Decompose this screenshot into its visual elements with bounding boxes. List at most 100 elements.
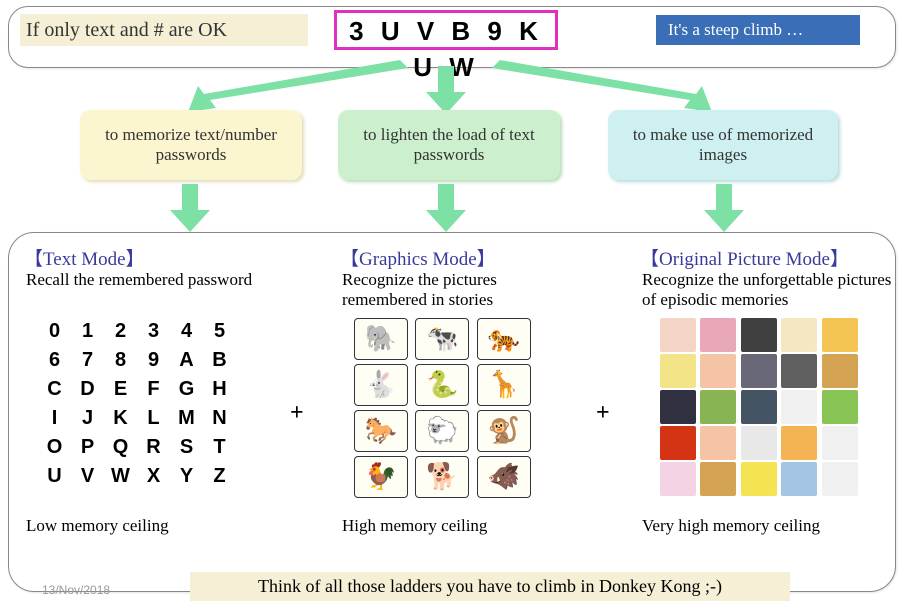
- char-cell: K: [108, 407, 133, 430]
- char-cell: U: [42, 465, 67, 488]
- char-cell: O: [42, 436, 67, 459]
- char-cell: 7: [75, 349, 100, 372]
- photo-cell: [822, 318, 858, 352]
- mid-box-text: to memorize text/number passwords: [80, 110, 302, 180]
- photo-cell: [700, 318, 736, 352]
- char-cell: G: [174, 378, 199, 401]
- char-cell: B: [207, 349, 232, 372]
- char-cell: 9: [141, 349, 166, 372]
- photo-cell: [822, 426, 858, 460]
- char-cell: C: [42, 378, 67, 401]
- char-cell: F: [141, 378, 166, 401]
- char-cell: E: [108, 378, 133, 401]
- animal-cell: 🐓: [354, 456, 408, 498]
- animal-cell: 🐘: [354, 318, 408, 360]
- mid-box-original: to make use of memorized images: [608, 110, 838, 180]
- arrow-down-1: [170, 184, 210, 232]
- char-cell: Z: [207, 465, 232, 488]
- text-mode-desc: Recall the remembered password: [26, 270, 256, 290]
- mid-box-graphics: to lighten the load of text passwords: [338, 110, 560, 180]
- photo-cell: [741, 426, 777, 460]
- photo-cell: [822, 354, 858, 388]
- footer-text: Think of all those ladders you have to c…: [190, 572, 790, 601]
- animal-cell: 🐇: [354, 364, 408, 406]
- photo-cell: [741, 354, 777, 388]
- char-cell: X: [141, 465, 166, 488]
- char-cell: T: [207, 436, 232, 459]
- animal-cell: 🐑: [415, 410, 469, 452]
- photo-cell: [700, 426, 736, 460]
- plus-2: +: [596, 400, 610, 427]
- char-cell: S: [174, 436, 199, 459]
- ok-label: If only text and # are OK: [20, 14, 308, 46]
- photo-cell: [781, 318, 817, 352]
- photo-cell: [660, 462, 696, 496]
- photo-cell: [700, 462, 736, 496]
- char-cell: R: [141, 436, 166, 459]
- graphics-mode-desc: Recognize the pictures remembered in sto…: [342, 270, 572, 311]
- original-mode-title: 【Original Picture Mode】: [640, 244, 849, 271]
- char-cell: 1: [75, 320, 100, 343]
- text-ceiling: Low memory ceiling: [26, 516, 169, 536]
- photo-cell: [781, 354, 817, 388]
- arrow-down-3: [704, 184, 744, 232]
- original-mode-desc: Recognize the unforgettable pictures of …: [642, 270, 892, 311]
- char-cell: Q: [108, 436, 133, 459]
- char-cell: H: [207, 378, 232, 401]
- char-cell: 2: [108, 320, 133, 343]
- arrow-top-left: [150, 60, 410, 116]
- char-cell: W: [108, 465, 133, 488]
- char-cell: A: [174, 349, 199, 372]
- animal-cell: 🐒: [477, 410, 531, 452]
- photo-cell: [700, 390, 736, 424]
- char-cell: M: [174, 407, 199, 430]
- char-cell: 0: [42, 320, 67, 343]
- captcha-box: 3 U V B 9 K U W: [334, 10, 558, 50]
- photo-cell: [700, 354, 736, 388]
- arrow-top-right: [490, 60, 750, 116]
- photo-cell: [660, 354, 696, 388]
- photo-cell: [660, 426, 696, 460]
- original-photo-grid: [660, 318, 860, 496]
- char-cell: 3: [141, 320, 166, 343]
- photo-cell: [781, 390, 817, 424]
- photo-cell: [822, 390, 858, 424]
- animal-cell: 🐎: [354, 410, 408, 452]
- animal-cell: 🐅: [477, 318, 531, 360]
- char-cell: L: [141, 407, 166, 430]
- photo-cell: [781, 462, 817, 496]
- photo-cell: [741, 390, 777, 424]
- footer-date: 13/Nov/2018: [42, 583, 110, 597]
- graphics-mode-title: 【Graphics Mode】: [340, 244, 496, 271]
- char-cell: V: [75, 465, 100, 488]
- animal-cell: 🐄: [415, 318, 469, 360]
- char-cell: N: [207, 407, 232, 430]
- char-cell: 6: [42, 349, 67, 372]
- text-mode-title: 【Text Mode】: [24, 244, 145, 271]
- animal-cell: 🐍: [415, 364, 469, 406]
- plus-1: +: [290, 400, 304, 427]
- arrow-top-mid: [426, 66, 466, 114]
- photo-cell: [741, 318, 777, 352]
- steep-label: It's a steep climb …: [656, 15, 860, 45]
- text-char-grid: 0123456789ABCDEFGHIJKLMNOPQRSTUVWXYZ: [42, 320, 232, 488]
- photo-cell: [741, 462, 777, 496]
- char-cell: Y: [174, 465, 199, 488]
- photo-cell: [781, 426, 817, 460]
- photo-cell: [660, 318, 696, 352]
- char-cell: D: [75, 378, 100, 401]
- photo-cell: [822, 462, 858, 496]
- animal-cell: 🐗: [477, 456, 531, 498]
- char-cell: J: [75, 407, 100, 430]
- char-cell: 8: [108, 349, 133, 372]
- original-ceiling: Very high memory ceiling: [642, 516, 820, 536]
- arrow-down-2: [426, 184, 466, 232]
- char-cell: I: [42, 407, 67, 430]
- graphics-pic-grid: 🐘🐄🐅 🐇🐍🦒 🐎🐑🐒 🐓🐕🐗: [354, 318, 534, 498]
- graphics-ceiling: High memory ceiling: [342, 516, 487, 536]
- photo-cell: [660, 390, 696, 424]
- char-cell: P: [75, 436, 100, 459]
- animal-cell: 🐕: [415, 456, 469, 498]
- char-cell: 4: [174, 320, 199, 343]
- animal-cell: 🦒: [477, 364, 531, 406]
